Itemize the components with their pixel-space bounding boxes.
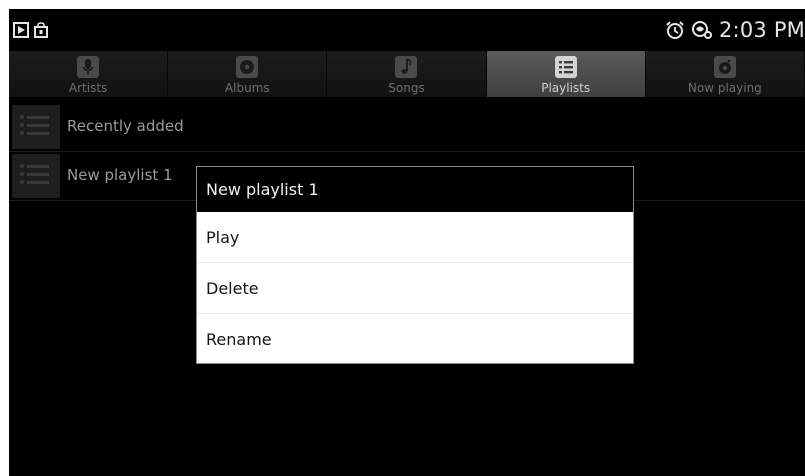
playlist-icon bbox=[12, 154, 60, 198]
tab-playlists[interactable]: Playlists bbox=[486, 51, 646, 97]
menu-item-rename[interactable]: Rename bbox=[197, 314, 633, 365]
tab-albums[interactable]: Albums bbox=[168, 51, 328, 97]
play-store-icon bbox=[13, 22, 29, 38]
sync-icon bbox=[691, 21, 712, 39]
playlist-name: Recently added bbox=[67, 117, 184, 135]
playlist-name: New playlist 1 bbox=[67, 166, 173, 184]
tab-label: Playlists bbox=[541, 81, 591, 95]
tab-artists[interactable]: Artists bbox=[9, 51, 169, 97]
tab-label: Songs bbox=[388, 81, 425, 95]
disc-icon bbox=[236, 56, 259, 78]
tab-label: Albums bbox=[224, 81, 270, 95]
music-note-icon bbox=[395, 56, 418, 78]
dialog-title: New playlist 1 bbox=[197, 167, 633, 212]
tab-songs[interactable]: Songs bbox=[327, 51, 487, 97]
list-item[interactable]: Recently added bbox=[9, 103, 805, 152]
microphone-icon bbox=[77, 56, 100, 78]
shopping-bag-icon bbox=[34, 22, 48, 38]
tab-label: Now playing bbox=[687, 81, 762, 95]
playlist-context-menu: New playlist 1 Play Delete Rename bbox=[196, 166, 634, 364]
music-app-screen: 2:03 PM Artists Albums Songs Playlists N… bbox=[9, 9, 805, 476]
menu-item-play[interactable]: Play bbox=[197, 212, 633, 263]
playlist-icon bbox=[12, 105, 60, 149]
tab-now-playing[interactable]: Now playing bbox=[645, 51, 805, 97]
alarm-clock-icon bbox=[666, 21, 684, 39]
speaker-icon bbox=[713, 56, 736, 78]
notification-icons bbox=[13, 22, 49, 38]
system-tray: 2:03 PM bbox=[665, 18, 805, 42]
status-bar: 2:03 PM bbox=[9, 9, 805, 47]
status-time: 2:03 PM bbox=[718, 18, 805, 42]
tab-bar: Artists Albums Songs Playlists Now playi… bbox=[9, 51, 805, 97]
menu-item-delete[interactable]: Delete bbox=[197, 263, 633, 314]
list-icon bbox=[554, 56, 577, 78]
tab-label: Artists bbox=[68, 81, 108, 95]
